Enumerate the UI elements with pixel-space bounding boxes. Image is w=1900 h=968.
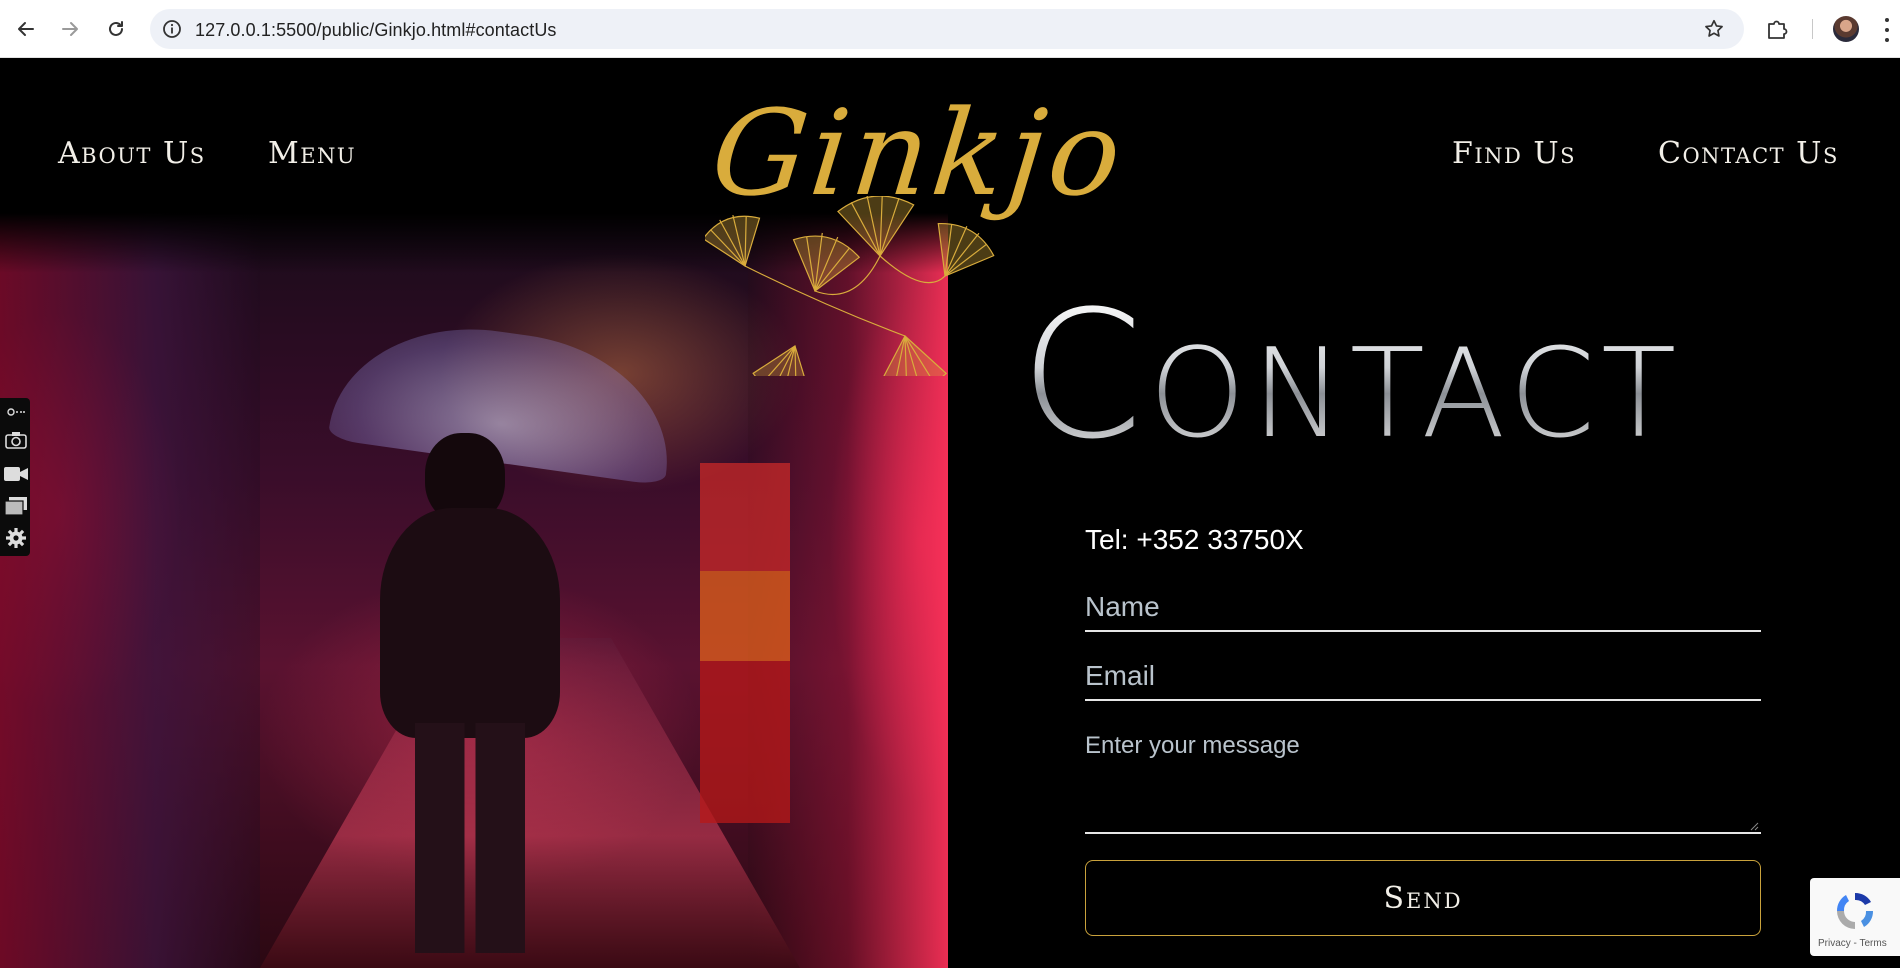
forward-button[interactable] xyxy=(56,12,84,46)
name-field[interactable] xyxy=(1085,590,1761,632)
hero-person xyxy=(370,433,570,953)
star-icon[interactable] xyxy=(1702,17,1726,41)
send-button[interactable]: Send xyxy=(1085,860,1761,936)
camera-icon[interactable] xyxy=(4,428,28,452)
hero-wall-left xyxy=(0,213,260,968)
info-icon[interactable] xyxy=(160,17,184,41)
nav-find-us[interactable]: Find Us xyxy=(1452,136,1576,171)
email-field[interactable] xyxy=(1085,659,1761,701)
extensions-button[interactable] xyxy=(1764,16,1790,42)
hero-signs xyxy=(700,463,790,823)
toolbar-divider xyxy=(1812,19,1813,39)
recaptcha-terms[interactable]: Privacy - Terms xyxy=(1818,938,1887,949)
reload-icon xyxy=(109,21,123,36)
reload-button[interactable] xyxy=(102,12,130,46)
side-toolbar xyxy=(0,398,30,556)
recaptcha-badge[interactable]: Privacy - Terms xyxy=(1810,878,1900,956)
resize-grip-icon[interactable] xyxy=(1749,821,1759,831)
windows-icon[interactable] xyxy=(4,494,28,518)
nav-about-us[interactable]: About Us xyxy=(58,136,206,171)
avatar[interactable] xyxy=(1833,16,1859,42)
link-icon[interactable] xyxy=(4,400,28,424)
puzzle-icon xyxy=(1768,20,1788,39)
contact-heading: Contact xyxy=(1020,273,1683,478)
ginkgo-leaves-icon xyxy=(705,196,995,376)
address-bar[interactable]: 127.0.0.1:5500/public/Ginkjo.html#contac… xyxy=(150,9,1744,49)
arrow-left-icon xyxy=(18,22,34,36)
nav-contact-us[interactable]: Contact Us xyxy=(1658,136,1839,171)
recaptcha-icon xyxy=(1836,892,1874,929)
gear-icon[interactable] xyxy=(4,526,28,550)
arrow-right-icon xyxy=(62,22,78,36)
back-button[interactable] xyxy=(12,12,40,46)
nav-menu[interactable]: Menu xyxy=(268,136,356,171)
telephone-text: Tel: +352 33750X xyxy=(1085,524,1304,555)
browser-toolbar: 127.0.0.1:5500/public/Ginkjo.html#contac… xyxy=(0,0,1900,58)
page: About Us Menu Find Us Contact Us Ginkjo xyxy=(0,58,1900,968)
url-text[interactable]: 127.0.0.1:5500/public/Ginkjo.html#contac… xyxy=(195,20,557,41)
video-camera-icon[interactable] xyxy=(4,462,28,486)
message-field[interactable] xyxy=(1085,726,1761,834)
kebab-icon[interactable] xyxy=(1884,18,1890,42)
